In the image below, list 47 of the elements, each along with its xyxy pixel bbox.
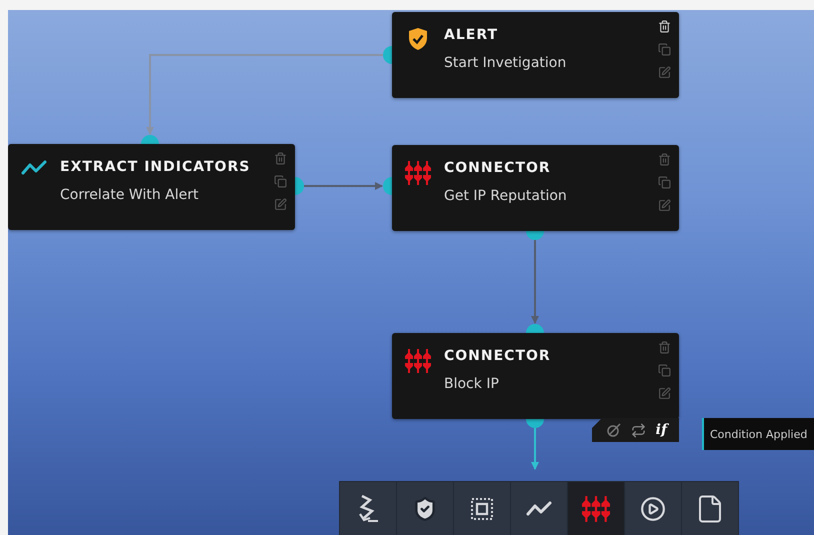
dashed-square-icon — [471, 498, 493, 520]
trend-line-icon — [21, 159, 47, 177]
node-subtitle: Correlate With Alert — [60, 186, 200, 205]
connector-arrow — [531, 428, 539, 470]
toolbar-button[interactable] — [625, 482, 681, 535]
port[interactable] — [526, 419, 544, 428]
workflow-node[interactable]: CONNECTOR Block IP — [392, 333, 679, 419]
edit-icon[interactable] — [274, 198, 287, 211]
port[interactable] — [295, 177, 304, 195]
node-title: EXTRACT INDICATORS — [60, 158, 252, 177]
workflow-node[interactable]: EXTRACT INDICATORS Correlate With Alert — [8, 144, 295, 230]
copy-icon[interactable] — [274, 175, 287, 188]
node-title: ALERT — [444, 26, 500, 45]
tooltip: Condition Applied — [702, 418, 814, 450]
toolbar-button[interactable] — [511, 482, 567, 535]
copy-icon[interactable] — [658, 364, 671, 377]
node-title: CONNECTOR — [444, 159, 552, 178]
shield-check-icon — [407, 27, 429, 51]
connector-icon — [582, 495, 610, 523]
repeat-icon[interactable] — [630, 422, 646, 438]
connector-icon — [405, 160, 431, 186]
workflow-node[interactable]: ALERT Start Invetigation — [392, 12, 679, 98]
node-subtitle: Get IP Reputation — [444, 187, 568, 206]
copy-icon[interactable] — [658, 176, 671, 189]
port[interactable] — [526, 324, 544, 333]
node-title: CONNECTOR — [444, 347, 552, 366]
port[interactable] — [526, 231, 544, 240]
workflow-node[interactable]: CONNECTOR Get IP Reputation — [392, 145, 679, 231]
condition-label[interactable]: if — [656, 422, 667, 438]
trash-icon[interactable] — [658, 20, 671, 33]
jagged-arrow-icon — [356, 494, 380, 524]
play-icon — [640, 496, 666, 522]
node-subtitle: Block IP — [444, 375, 500, 394]
toolbar-button[interactable] — [397, 482, 453, 535]
trend-line-icon — [526, 500, 552, 518]
copy-icon[interactable] — [658, 43, 671, 56]
shield-check-icon — [412, 496, 438, 522]
port[interactable] — [383, 177, 392, 195]
toolbar-button[interactable] — [340, 482, 396, 535]
edit-icon[interactable] — [658, 199, 671, 212]
edit-icon[interactable] — [658, 66, 671, 79]
toolbar-button[interactable] — [682, 482, 738, 535]
connector-icon — [405, 348, 431, 374]
port[interactable] — [383, 46, 392, 64]
toolbar-button[interactable] — [454, 482, 510, 535]
edit-icon[interactable] — [658, 387, 671, 400]
node-subtitle: Start Invetigation — [444, 54, 568, 73]
